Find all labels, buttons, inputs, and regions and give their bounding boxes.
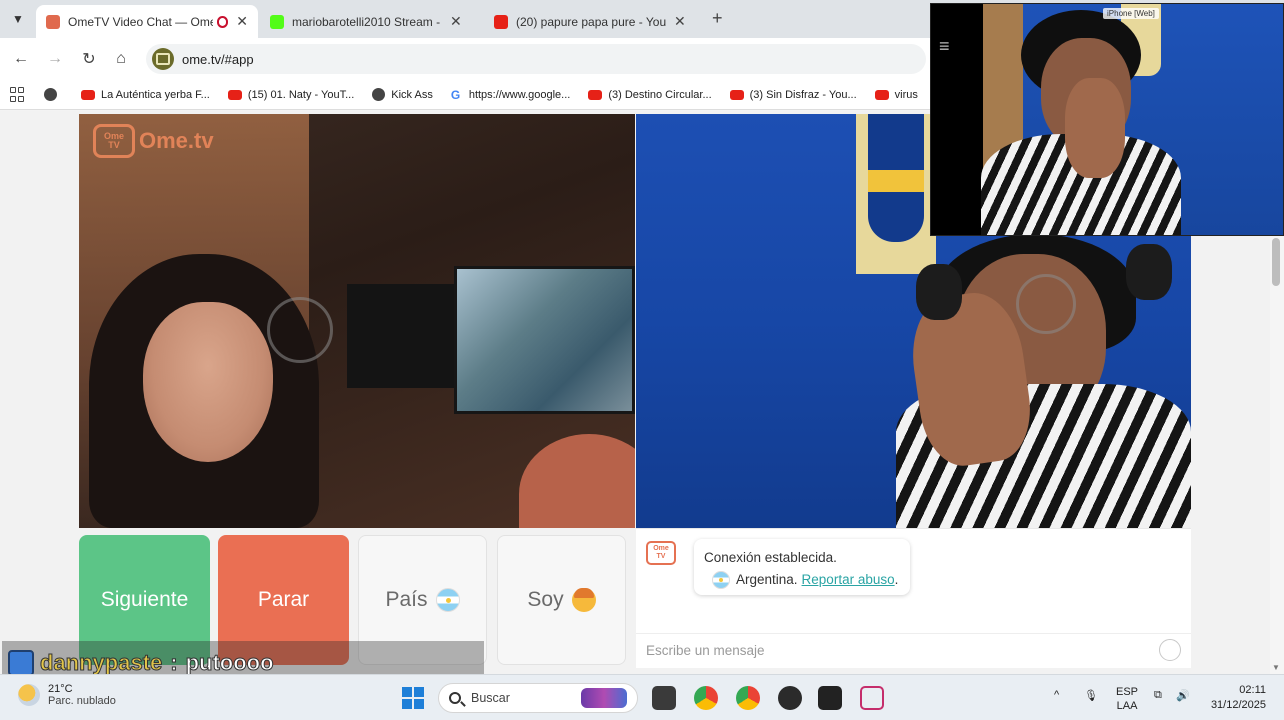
bookmark-item[interactable]: (3) Destino Circular... <box>588 89 712 101</box>
apps-grid-icon[interactable] <box>10 86 26 103</box>
loading-spinner-icon <box>267 297 333 363</box>
tab-ometv[interactable]: OmeTV Video Chat — Ome ✕ <box>36 5 258 38</box>
user-badge-icon <box>8 650 34 676</box>
chevron-up-icon[interactable]: ^ <box>1054 689 1059 701</box>
boy-emoji-icon <box>571 588 596 612</box>
youtube-icon <box>227 89 242 100</box>
tab-kick-stream[interactable]: mariobarotelli2010 Stream - W ✕ <box>260 5 478 38</box>
argentina-flag-icon <box>435 588 460 612</box>
partly-cloudy-icon <box>18 684 40 706</box>
chrome-icon[interactable] <box>694 686 718 710</box>
bookmark-item[interactable]: (3) Sin Disfraz - You... <box>729 89 857 101</box>
tab-search-button[interactable]: ▼ <box>6 8 30 30</box>
connection-status-text: Conexión establecida. <box>704 550 837 565</box>
ometv-tv-icon: Ome TV <box>93 124 135 158</box>
emoji-icon[interactable] <box>1159 639 1181 661</box>
youtube-icon <box>81 89 95 100</box>
ometv-favicon-icon <box>46 14 60 29</box>
stranger-video: Ome TV Ome.tv <box>79 114 635 528</box>
url-text: ome.tv/#app <box>182 51 254 67</box>
windows-taskbar: 21°C Parc. nublado Buscar ^ 🎙 ESP LAA ⧉ … <box>0 674 1284 720</box>
screen: ▼ OmeTV Video Chat — Ome ✕ mariobarotell… <box>0 0 1284 720</box>
youtube-icon <box>729 89 744 100</box>
chat-panel: Ome TV Conexión establecida. Argentina. R… <box>636 528 1191 668</box>
system-message: Conexión establecida. Argentina. Reporta… <box>694 539 910 595</box>
windows-start-icon[interactable] <box>402 687 424 709</box>
close-tab-icon[interactable]: ✕ <box>236 13 248 30</box>
back-icon[interactable]: ← <box>10 48 32 70</box>
menu-icon: ≡ <box>939 36 950 56</box>
obs-icon[interactable] <box>778 686 802 710</box>
argentina-flag-icon <box>712 571 730 589</box>
ometv-logo: Ome TV Ome.tv <box>93 124 214 158</box>
volume-icon[interactable]: 🔊 <box>1176 689 1190 702</box>
microphone-icon[interactable]: 🎙 <box>1084 689 1098 702</box>
forward-icon[interactable]: → <box>44 48 66 70</box>
webcam-label: iPhone [Web] <box>1103 8 1159 19</box>
taskbar-search[interactable]: Buscar <box>438 683 638 713</box>
chrome-icon[interactable] <box>736 686 760 710</box>
bookmark-item[interactable]: Kick Ass <box>372 88 433 101</box>
language-indicator[interactable]: ESP LAA <box>1116 685 1138 713</box>
globe-icon <box>372 88 386 101</box>
loading-spinner-icon <box>1016 274 1076 334</box>
new-tab-icon[interactable]: + <box>712 8 723 29</box>
chat-message-text: putoooo <box>185 650 274 676</box>
close-tab-icon[interactable]: ✕ <box>674 13 686 30</box>
search-icon <box>449 692 461 704</box>
ometv-small-logo-icon: Ome TV <box>646 541 676 565</box>
network-icon[interactable]: ⧉ <box>1154 689 1162 702</box>
bookmark-item[interactable]: Ghttps://www.google... <box>451 89 571 101</box>
message-input[interactable]: Escribe un mensaje <box>636 633 1191 667</box>
reload-icon[interactable]: ↻ <box>78 48 100 70</box>
address-bar[interactable]: ome.tv/#app <box>146 44 926 74</box>
camera-app-icon[interactable] <box>818 686 842 710</box>
snipping-tool-icon[interactable] <box>860 686 884 710</box>
scroll-down-icon[interactable]: ▼ <box>1272 663 1280 672</box>
globe-icon <box>44 88 57 101</box>
stranger-person <box>89 254 319 528</box>
tab-title: (20) papure papa pure - YouTu <box>516 14 666 29</box>
chat-username: dannypaste <box>39 650 163 676</box>
tab-youtube[interactable]: (20) papure papa pure - YouTu ✕ <box>484 5 704 38</box>
streamer-webcam-overlay: ≡ iPhone [Web] <box>930 3 1284 236</box>
task-view-icon[interactable] <box>652 686 676 710</box>
report-abuse-link[interactable]: Reportar abuso <box>802 569 895 591</box>
background-tv <box>454 266 635 414</box>
weather-widget[interactable]: 21°C Parc. nublado <box>18 683 116 707</box>
bookmark-item[interactable] <box>44 88 63 101</box>
tab-title: mariobarotelli2010 Stream - W <box>292 14 442 29</box>
google-icon: G <box>450 87 461 102</box>
site-info-icon[interactable] <box>152 48 174 70</box>
home-icon[interactable]: ⌂ <box>110 48 132 70</box>
youtube-icon <box>588 89 603 100</box>
close-tab-icon[interactable]: ✕ <box>450 13 462 30</box>
bookmark-item[interactable]: La Auténtica yerba F... <box>81 89 210 101</box>
tab-title: OmeTV Video Chat — Ome <box>68 14 213 29</box>
country-text: Argentina. <box>736 572 798 587</box>
scrollbar-thumb[interactable] <box>1272 238 1280 286</box>
gender-button[interactable]: Soy <box>497 535 626 665</box>
page-scrollbar[interactable]: ▼ <box>1270 236 1284 674</box>
clock[interactable]: 02:11 31/12/2025 <box>1206 683 1266 713</box>
kick-favicon-icon <box>270 14 284 29</box>
headphones <box>916 264 962 320</box>
youtube-favicon-icon <box>494 14 508 29</box>
recording-icon <box>216 15 229 28</box>
bookmark-item[interactable]: (15) 01. Naty - YouT... <box>227 89 354 101</box>
youtube-icon <box>874 89 889 100</box>
bookmark-item[interactable]: virus <box>874 89 918 101</box>
